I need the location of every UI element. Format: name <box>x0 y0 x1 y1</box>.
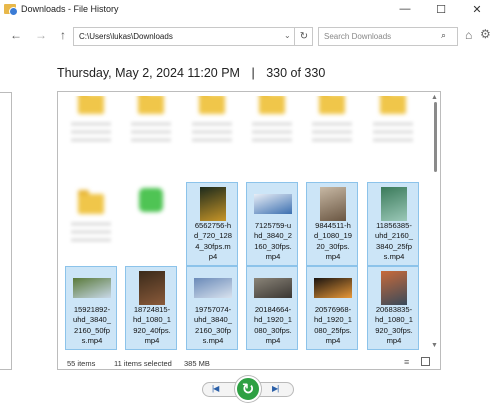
video-file-item[interactable]: 19757074- uhd_3840_ 2160_30fp s.mp4 <box>186 266 238 350</box>
folder-icon <box>78 96 104 114</box>
video-thumbnail <box>254 278 292 298</box>
video-thumbnail <box>73 278 111 298</box>
video-thumbnail <box>200 187 226 221</box>
window-title: Downloads - File History <box>21 4 119 14</box>
backup-datetime: Thursday, May 2, 2024 11:20 PM <box>57 66 240 80</box>
refresh-button[interactable]: ↻ <box>294 27 313 46</box>
file-name: 9844511-h d_1080_19 20_30fps. mp4 <box>313 221 352 261</box>
folder-item[interactable] <box>65 182 117 266</box>
file-name: 20576968- hd_1920_1 080_25fps. mp4 <box>313 305 352 345</box>
file-name: 6562756-h d_720_128 4_30fps.m p4 <box>193 221 232 261</box>
file-name: 20184664- hd_1920_1 080_30fps. mp4 <box>253 305 292 345</box>
forward-button[interactable]: → <box>35 28 47 42</box>
large-icons-view-icon[interactable] <box>421 357 430 366</box>
next-version-button[interactable]: ▶| <box>272 384 279 393</box>
folder-item[interactable] <box>186 96 238 166</box>
folder-item[interactable] <box>306 96 358 166</box>
scroll-down-icon[interactable]: ▼ <box>431 342 438 349</box>
file-name: 20683835- hd_1080_1 920_30fps. mp4 <box>374 305 413 345</box>
window-controls: — ☐ ✕ <box>387 0 495 18</box>
folder-item[interactable] <box>65 96 117 166</box>
scroll-up-icon[interactable]: ▲ <box>431 94 438 101</box>
video-thumbnail <box>254 194 292 214</box>
file-name: 15921892- uhd_3840_ 2160_50fp s.mp4 <box>72 305 111 345</box>
video-thumbnail <box>314 278 352 298</box>
blurred-name <box>252 122 292 142</box>
address-dropdown-icon[interactable]: ⌄ <box>284 31 291 40</box>
up-button[interactable]: ↑ <box>60 28 66 42</box>
playback-controls: |◀ ↻ ▶| <box>202 376 294 402</box>
backup-position: 330 of 330 <box>266 66 326 80</box>
date-separator: | <box>251 66 255 80</box>
file-name: 19757074- uhd_3840_ 2160_30fp s.mp4 <box>193 305 232 345</box>
previous-version-button[interactable]: |◀ <box>212 384 219 393</box>
blurred-name <box>192 122 232 142</box>
folder-icon <box>138 96 164 114</box>
file-name: 11856385- uhd_2160_ 3840_25fp s.mp4 <box>374 221 413 261</box>
video-file-item[interactable]: 6562756-h d_720_128 4_30fps.m p4 <box>186 182 238 266</box>
folder-icon <box>319 96 345 114</box>
vertical-scrollbar[interactable]: ▲ ▼ <box>429 92 440 354</box>
title-bar: Downloads - File History — ☐ ✕ <box>0 0 495 18</box>
video-file-item[interactable]: 9844511-h d_1080_19 20_30fps. mp4 <box>306 182 358 266</box>
blurred-name <box>312 122 352 142</box>
folder-icon <box>259 96 285 114</box>
file-name: 7125759-u hd_3840_2 160_30fps. mp4 <box>253 221 292 261</box>
blurred-name <box>373 122 413 142</box>
messages-app-icon <box>139 188 163 212</box>
blurred-name <box>71 122 111 142</box>
video-file-item[interactable]: 20576968- hd_1920_1 080_25fps. mp4 <box>306 266 358 350</box>
file-history-app-icon <box>4 4 18 16</box>
previous-backup-pane[interactable] <box>0 92 12 370</box>
folder-icon <box>380 96 406 114</box>
file-grid: 6562756-h d_720_128 4_30fps.m p4 7125759-u hd… <box>65 96 425 354</box>
video-file-item[interactable]: 18724815- hd_1080_1 920_40fps. mp4 <box>125 266 177 350</box>
video-thumbnail <box>381 187 407 221</box>
folder-item[interactable] <box>367 96 419 166</box>
back-button[interactable]: ← <box>10 28 22 42</box>
folder-icon <box>199 96 225 114</box>
item-count: 55 items <box>67 359 96 368</box>
status-bar: 55 items 11 items selected 385 MB ≡ <box>58 354 440 369</box>
video-file-item[interactable]: 20683835- hd_1080_1 920_30fps. mp4 <box>367 266 419 350</box>
file-name: 18724815- hd_1080_1 920_40fps. mp4 <box>132 305 171 345</box>
shortcut-item[interactable] <box>125 182 177 266</box>
backup-date-header: Thursday, May 2, 2024 11:20 PM | 330 of … <box>57 66 325 80</box>
video-file-item[interactable]: 20184664- hd_1920_1 080_30fps. mp4 <box>246 266 298 350</box>
navigation-bar: ← → ↑ C:\Users\lukas\Downloads ⌄ ↻ Searc… <box>0 26 495 46</box>
search-input[interactable]: Search Downloads <box>318 27 458 46</box>
video-thumbnail <box>320 187 346 221</box>
selection-size: 385 MB <box>184 359 210 368</box>
video-file-item[interactable]: 11856385- uhd_2160_ 3840_25fp s.mp4 <box>367 182 419 266</box>
search-icon[interactable]: ⌕ <box>441 30 446 41</box>
video-file-item[interactable]: 15921892- uhd_3840_ 2160_50fp s.mp4 <box>65 266 117 350</box>
close-button[interactable]: ✕ <box>459 0 495 18</box>
folder-item[interactable] <box>246 96 298 166</box>
home-icon[interactable]: ⌂ <box>465 28 472 42</box>
video-thumbnail <box>194 278 232 298</box>
blurred-name <box>131 122 171 142</box>
maximize-button[interactable]: ☐ <box>423 0 459 18</box>
scroll-thumb[interactable] <box>434 102 437 172</box>
minimize-button[interactable]: — <box>387 0 423 18</box>
selection-count: 11 items selected <box>114 359 172 368</box>
restore-button[interactable]: ↻ <box>235 376 261 402</box>
folder-icon <box>78 190 104 214</box>
details-view-icon[interactable]: ≡ <box>404 357 409 367</box>
file-list-pane[interactable]: 6562756-h d_720_128 4_30fps.m p4 7125759-u hd… <box>57 91 441 370</box>
gear-icon[interactable]: ⚙ <box>480 27 491 41</box>
blurred-name <box>71 222 111 242</box>
video-thumbnail <box>381 271 407 305</box>
address-bar[interactable]: C:\Users\lukas\Downloads <box>73 27 313 46</box>
video-file-item[interactable]: 7125759-u hd_3840_2 160_30fps. mp4 <box>246 182 298 266</box>
video-thumbnail <box>139 271 165 305</box>
folder-item[interactable] <box>125 96 177 166</box>
